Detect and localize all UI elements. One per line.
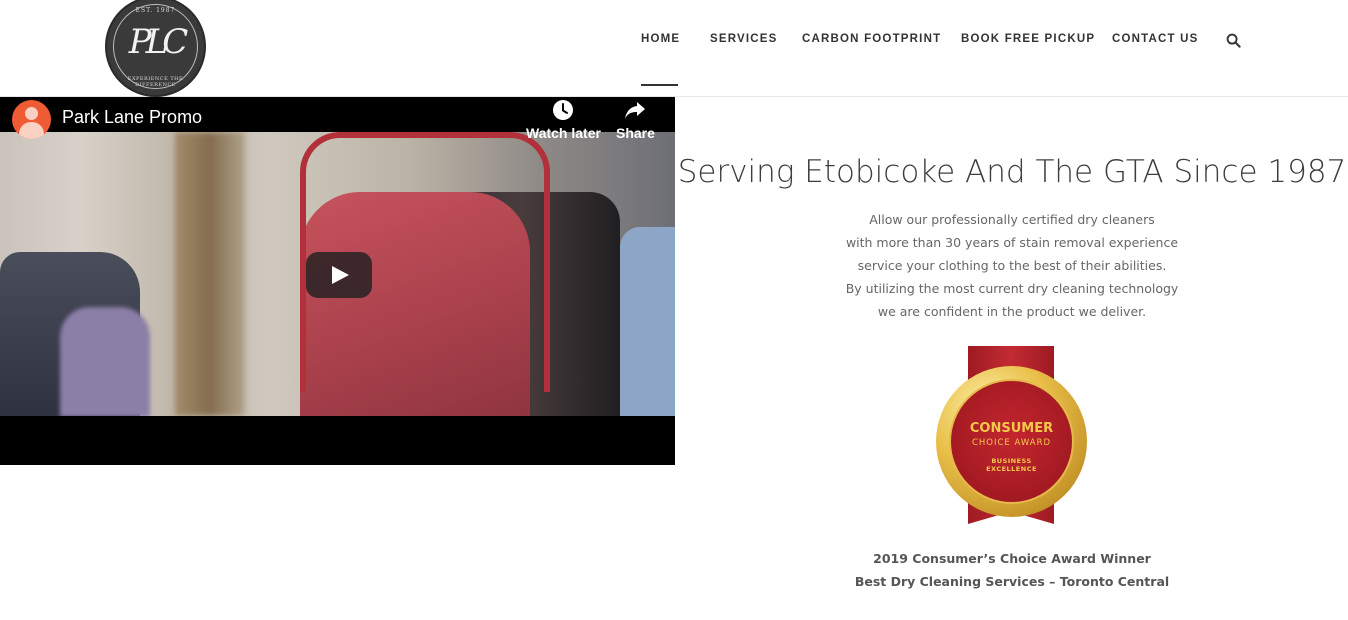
- logo-est: EST. 1987: [135, 7, 176, 14]
- site-header: EST. 1987 PLC EXPERIENCE THE DIFFERENCE …: [0, 0, 1348, 97]
- award-text-consumer: CONSUMER: [969, 421, 1054, 436]
- award-text-choice: CHOICE AWARD: [971, 438, 1052, 448]
- consumer-choice-award-badge: CONSUMER CHOICE AWARD BUSINESS EXCELLENC…: [936, 346, 1087, 526]
- watch-later-button[interactable]: Watch later: [526, 99, 601, 141]
- play-icon: [332, 266, 349, 284]
- intro-text: Allow our professionally certified dry c…: [676, 208, 1348, 323]
- award-text-excellence-line: EXCELLENCE: [986, 465, 1037, 473]
- video-player[interactable]: Park Lane Promo Watch later Share: [0, 97, 675, 465]
- watch-later-label: Watch later: [526, 125, 601, 141]
- logo-monogram: PLC: [128, 22, 188, 62]
- award-caption-line: 2019 Consumer’s Choice Award Winner: [873, 551, 1151, 566]
- nav-active-indicator: [641, 84, 678, 86]
- thumb-purple-garment: [60, 307, 150, 416]
- intro-line: we are confident in the product we deliv…: [877, 304, 1147, 319]
- award-caption: 2019 Consumer’s Choice Award Winner Best…: [676, 547, 1348, 593]
- award-medal-center: CONSUMER CHOICE AWARD BUSINESS EXCELLENC…: [949, 379, 1074, 504]
- avatar-head: [25, 107, 38, 120]
- clock-icon: [553, 100, 574, 120]
- intro-line: service your clothing to the best of the…: [857, 258, 1167, 273]
- thumb-pole: [175, 132, 245, 416]
- nav-item-contact-us[interactable]: CONTACT US: [1112, 33, 1199, 45]
- video-title[interactable]: Park Lane Promo: [62, 107, 202, 128]
- nav-item-services[interactable]: SERVICES: [710, 33, 778, 45]
- nav-item-home[interactable]: HOME: [641, 33, 680, 45]
- avatar-body: [19, 122, 44, 139]
- thumb-blue-garment: [620, 227, 675, 416]
- site-logo[interactable]: EST. 1987 PLC EXPERIENCE THE DIFFERENCE: [105, 0, 206, 97]
- share-button[interactable]: Share: [616, 99, 655, 141]
- page-heading: Serving Etobicoke And The GTA Since 1987: [677, 154, 1347, 190]
- channel-avatar[interactable]: [12, 100, 51, 139]
- intro-line: with more than 30 years of stain removal…: [845, 235, 1179, 250]
- award-text-business-line: BUSINESS: [991, 457, 1032, 465]
- search-icon[interactable]: [1226, 33, 1241, 48]
- intro-line: Allow our professionally certified dry c…: [869, 212, 1155, 227]
- intro-line: By utilizing the most current dry cleani…: [845, 281, 1179, 296]
- nav-item-carbon-footprint[interactable]: CARBON FOOTPRINT: [802, 33, 941, 45]
- award-text-business: BUSINESS EXCELLENCE: [951, 457, 1072, 473]
- award-caption-line: Best Dry Cleaning Services – Toronto Cen…: [854, 574, 1170, 589]
- award-medal: CONSUMER CHOICE AWARD BUSINESS EXCELLENC…: [936, 366, 1087, 517]
- logo-tagline: EXPERIENCE THE DIFFERENCE: [127, 76, 184, 88]
- share-icon: [625, 102, 646, 119]
- play-button[interactable]: [306, 252, 372, 298]
- nav-item-book-free-pickup[interactable]: BOOK FREE PICKUP: [961, 33, 1095, 45]
- share-label: Share: [616, 125, 655, 141]
